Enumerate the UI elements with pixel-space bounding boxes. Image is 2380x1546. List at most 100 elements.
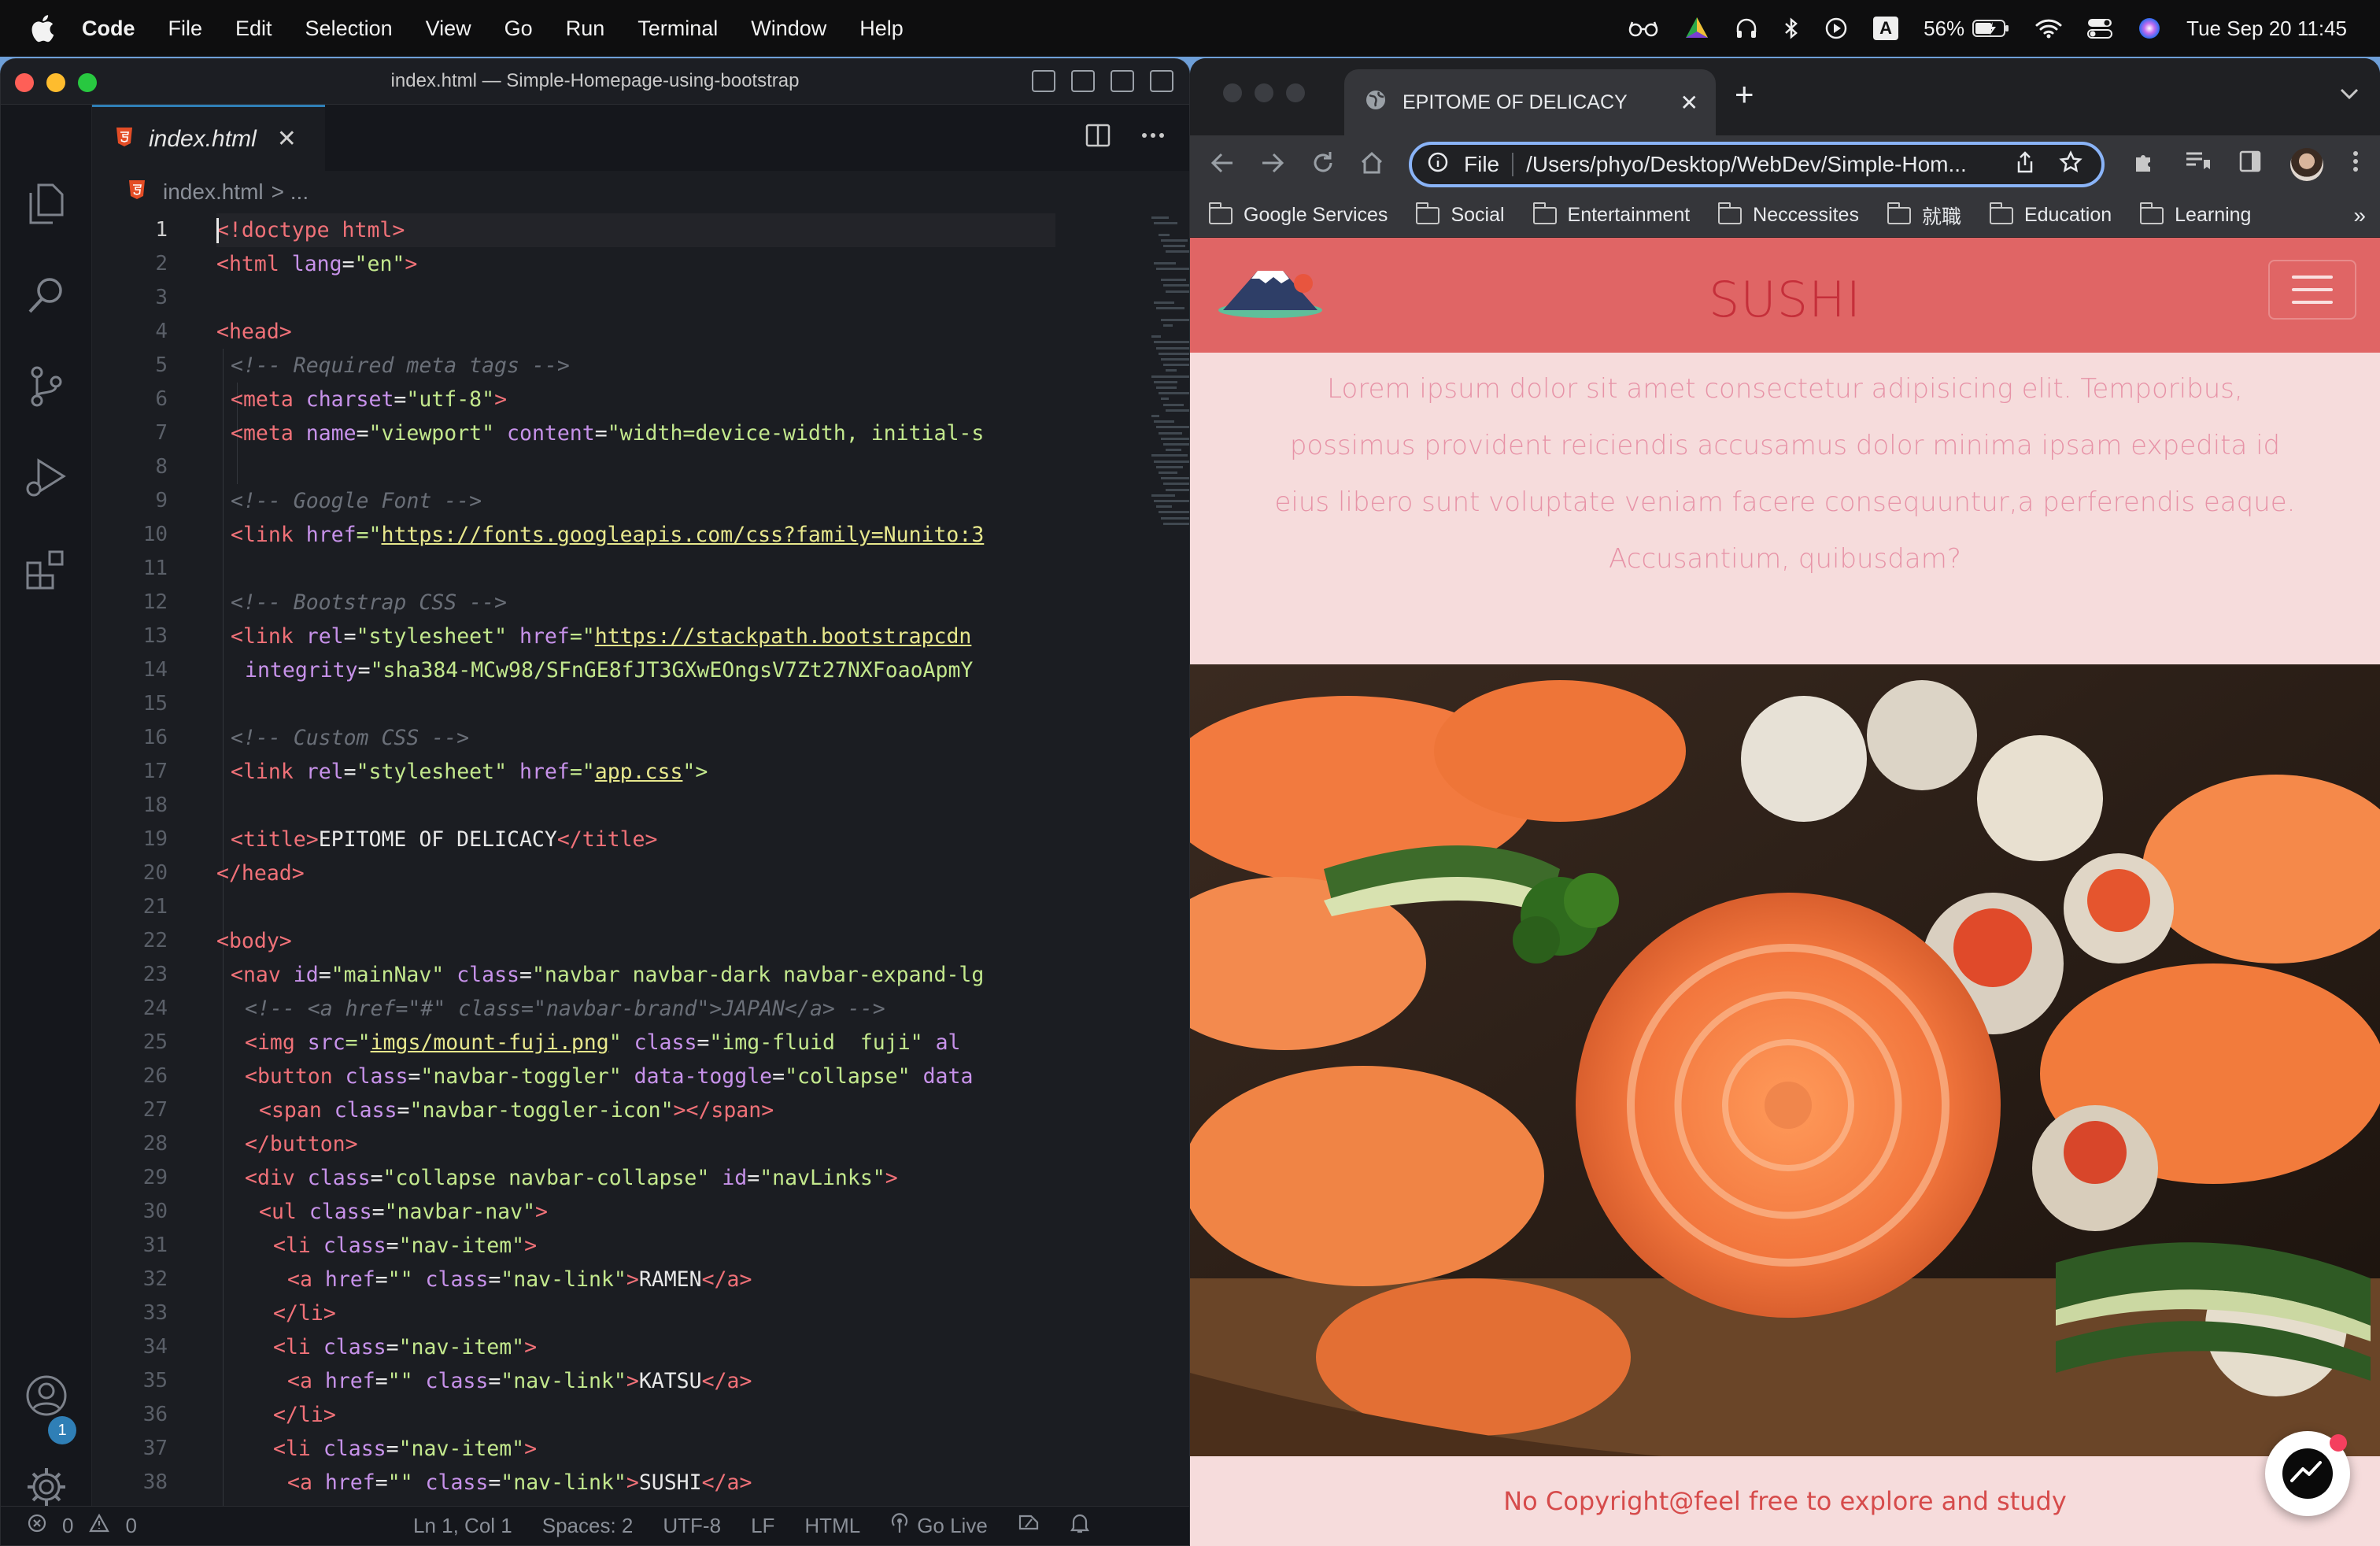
folder-icon [1989, 202, 2013, 224]
vscode-titlebar: index.html — Simple-Homepage-using-boots… [1, 59, 1189, 105]
minimap[interactable] [1147, 213, 1189, 654]
back-arrow-icon[interactable] [1209, 150, 1236, 183]
battery-status[interactable]: 56% [1924, 17, 2010, 41]
notifications-bell-icon[interactable] [1070, 1512, 1090, 1540]
search-icon[interactable] [23, 272, 70, 319]
problems-status[interactable]: 0 0 [28, 1513, 137, 1538]
messenger-chat-button[interactable] [2265, 1431, 2350, 1516]
menu-run[interactable]: Run [566, 17, 605, 41]
bookmark-folder-shushoku[interactable]: 就職 [1887, 202, 1961, 230]
tab-search-chevron-icon[interactable] [2339, 82, 2360, 106]
cursor-position[interactable]: Ln 1, Col 1 [413, 1514, 512, 1538]
menu-app-name[interactable]: Code [82, 17, 135, 41]
line-number: 6 [155, 387, 168, 411]
menu-view[interactable]: View [426, 17, 471, 41]
toggle-secondary-sidebar-icon[interactable] [1111, 70, 1134, 92]
profile-avatar[interactable] [2290, 148, 2323, 181]
breadcrumb-symbols[interactable]: > ... [272, 179, 309, 205]
explorer-icon[interactable] [23, 180, 70, 227]
minimize-window-button[interactable] [1255, 83, 1273, 102]
encoding[interactable]: UTF-8 [663, 1514, 721, 1538]
end-of-line[interactable]: LF [751, 1514, 774, 1538]
minimap-line [1159, 472, 1177, 474]
site-brand[interactable]: SUSHI [1190, 271, 2380, 328]
code-editor[interactable]: 1 2 3 4 5 6 7 8 9 10 11 12 13 14 15 16 17 18 19 20 21 22 23 24 2… [92, 213, 1189, 1507]
maximize-window-button[interactable] [1286, 83, 1305, 102]
browser-menu-icon[interactable] [2352, 150, 2360, 179]
menu-selection[interactable]: Selection [305, 17, 393, 41]
broadcast-icon [890, 1513, 909, 1539]
control-center-icon[interactable] [2087, 17, 2113, 39]
minimap-line [1163, 245, 1185, 247]
navbar-toggler-button[interactable] [2268, 260, 2356, 320]
accounts-icon[interactable] [23, 1372, 70, 1419]
reload-icon[interactable] [1310, 150, 1336, 183]
address-bar[interactable]: File /Users/phyo/Desktop/WebDev/Simple-H… [1409, 142, 2105, 187]
home-icon[interactable] [1358, 150, 1385, 183]
extensions-puzzle-icon[interactable] [2133, 150, 2156, 179]
bluetooth-icon[interactable] [1783, 17, 1799, 40]
share-icon[interactable] [2015, 150, 2035, 179]
indentation[interactable]: Spaces: 2 [542, 1514, 634, 1538]
warning-icon [89, 1513, 110, 1538]
language-mode[interactable]: HTML [804, 1514, 860, 1538]
browser-tab-close-button[interactable]: ✕ [1680, 90, 1698, 116]
apple-menu-icon[interactable] [30, 14, 55, 43]
clock[interactable]: Tue Sep 20 11:45 [2186, 17, 2347, 41]
menu-window[interactable]: Window [751, 17, 826, 41]
customize-layout-icon[interactable] [1150, 70, 1173, 92]
bookmark-folder-social[interactable]: Social [1416, 202, 1505, 227]
menu-file[interactable]: File [168, 17, 203, 41]
colorful-app-icon[interactable] [1684, 16, 1709, 41]
site-footer: No Copyright@feel free to explore and st… [1503, 1486, 2067, 1516]
feedback-icon[interactable] [1018, 1513, 1040, 1539]
breadcrumb-file[interactable]: index.html [163, 179, 264, 205]
line-number: 34 [142, 1335, 168, 1359]
run-debug-icon[interactable] [23, 454, 70, 501]
info-icon[interactable] [1428, 152, 1448, 178]
side-panel-icon[interactable] [2238, 150, 2262, 179]
browser-window: EPITOME OF DELICACY ✕ + File /Users/phyo… [1190, 58, 2380, 1546]
toggle-primary-sidebar-icon[interactable] [1032, 70, 1055, 92]
bookmark-folder-entertainment[interactable]: Entertainment [1532, 202, 1691, 227]
extensions-icon[interactable] [23, 546, 70, 593]
glasses-icon[interactable] [1628, 19, 1659, 38]
toggle-panel-icon[interactable] [1071, 70, 1095, 92]
bookmark-star-icon[interactable] [2059, 150, 2082, 179]
notification-dot [2330, 1434, 2347, 1452]
browser-tab-strip: EPITOME OF DELICACY ✕ + [1190, 58, 2380, 135]
line-number: 16 [142, 726, 168, 749]
new-tab-button[interactable]: + [1735, 76, 1754, 113]
bookmark-folder-learning[interactable]: Learning [2140, 202, 2251, 227]
close-window-button[interactable] [1223, 83, 1242, 102]
bookmark-folder-google-services[interactable]: Google Services [1209, 202, 1388, 227]
more-actions-icon[interactable] [1140, 124, 1166, 153]
settings-gear-icon[interactable] [23, 1463, 70, 1511]
minimap-line [1159, 511, 1189, 514]
siri-icon[interactable] [2138, 17, 2161, 40]
forward-arrow-icon[interactable] [1259, 150, 1286, 183]
menu-terminal[interactable]: Terminal [638, 17, 718, 41]
url-text[interactable]: /Users/phyo/Desktop/WebDev/Simple-Hom... [1526, 152, 1998, 177]
browser-tab-active[interactable]: EPITOME OF DELICACY ✕ [1344, 69, 1716, 135]
bookmark-folder-neccessites[interactable]: Neccessites [1718, 202, 1859, 227]
go-live-button[interactable]: Go Live [890, 1513, 988, 1539]
play-icon[interactable] [1824, 17, 1848, 40]
bookmark-label: Entertainment [1567, 204, 1691, 226]
reading-list-icon[interactable] [2185, 150, 2210, 179]
code-area[interactable]: <!doctype html> <html lang="en"> <head> … [216, 213, 1055, 1507]
minimap-line [1156, 346, 1189, 350]
input-source-icon[interactable]: A [1873, 17, 1899, 40]
minimap-line [1151, 415, 1159, 417]
bookmark-folder-education[interactable]: Education [1989, 202, 2112, 227]
menu-help[interactable]: Help [859, 17, 904, 41]
tab-close-button[interactable]: ✕ [277, 125, 297, 153]
menu-edit[interactable]: Edit [235, 17, 272, 41]
split-editor-icon[interactable] [1085, 124, 1111, 153]
tab-index-html[interactable]: index.html ✕ [92, 105, 325, 171]
wifi-icon[interactable] [2035, 18, 2062, 39]
headphones-icon[interactable] [1735, 17, 1758, 40]
bookmarks-overflow-button[interactable]: » [2353, 203, 2366, 228]
source-control-icon[interactable] [23, 363, 70, 410]
menu-go[interactable]: Go [504, 17, 533, 41]
